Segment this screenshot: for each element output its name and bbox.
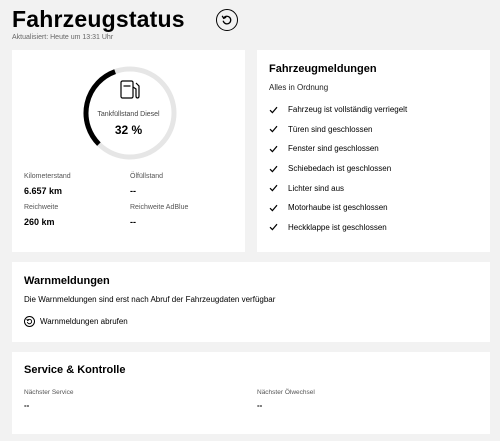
adblue-range-value: -- — [130, 217, 136, 227]
checkmark-icon — [269, 106, 282, 114]
service-card: Service & Kontrolle Nächster Service -- … — [12, 352, 490, 434]
warnings-card: Warnmeldungen Die Warnmeldungen sind ers… — [12, 262, 490, 342]
vehicle-message-text: Fahrzeug ist vollständig verriegelt — [288, 105, 408, 115]
vehicle-message-text: Lichter sind aus — [288, 183, 345, 193]
range-label: Reichweite — [24, 204, 59, 211]
fetch-warnings-button[interactable]: Warnmeldungen abrufen — [24, 316, 128, 327]
next-oil-change-value: -- — [257, 401, 263, 410]
mileage-value: 6.657 km — [24, 186, 63, 196]
vehicle-message-item: Schiebedach ist geschlossen — [269, 159, 481, 179]
vehicle-message-item: Fahrzeug ist vollständig verriegelt — [269, 100, 481, 120]
refresh-icon — [221, 15, 232, 25]
warnings-info-text: Die Warnmeldungen sind erst nach Abruf d… — [24, 295, 276, 304]
vehicle-message-item: Lichter sind aus — [269, 178, 481, 198]
vehicle-message-text: Schiebedach ist geschlossen — [288, 164, 392, 174]
mileage-label: Kilometerstand — [24, 173, 71, 180]
checkmark-icon — [269, 165, 282, 173]
checkmark-icon — [269, 204, 282, 212]
vehicle-message-text: Fenster sind geschlossen — [288, 144, 379, 154]
checkmark-icon — [269, 223, 282, 231]
checkmark-icon — [269, 145, 282, 153]
vehicle-messages-status: Alles in Ordnung — [269, 83, 329, 92]
fuel-pump-icon — [120, 80, 140, 99]
vehicle-message-item: Fenster sind geschlossen — [269, 139, 481, 159]
page-title: Fahrzeugstatus — [12, 6, 185, 32]
warnings-title: Warnmeldungen — [24, 275, 110, 287]
next-service-value: -- — [24, 401, 30, 410]
adblue-range-stat: Reichweite AdBlue -- — [130, 204, 230, 227]
fetch-warnings-label: Warnmeldungen abrufen — [40, 317, 128, 326]
vehicle-messages-list: Fahrzeug ist vollständig verriegelt Türen… — [269, 100, 481, 237]
vehicle-message-text: Heckklappe ist geschlossen — [288, 222, 387, 232]
page-header: Fahrzeugstatus Aktualisiert: Heute um 13… — [12, 6, 488, 42]
oil-level-value: -- — [130, 186, 136, 196]
vehicle-messages-title: Fahrzeugmeldungen — [269, 63, 377, 75]
fuel-level-label: Tankfüllstand Diesel — [97, 111, 160, 118]
range-value: 260 km — [24, 217, 55, 227]
vehicle-message-item: Türen sind geschlossen — [269, 120, 481, 140]
mileage-stat: Kilometerstand 6.657 km — [24, 173, 124, 196]
adblue-range-label: Reichweite AdBlue — [130, 204, 189, 211]
fuel-level-value: 32 % — [114, 123, 143, 137]
oil-level-stat: Ölfüllstand -- — [130, 173, 230, 196]
service-title: Service & Kontrolle — [24, 364, 126, 376]
next-service-label: Nächster Service — [24, 389, 74, 396]
next-oil-change-label: Nächster Ölwechsel — [257, 389, 315, 396]
checkmark-icon — [269, 184, 282, 192]
oil-level-label: Ölfüllstand — [130, 173, 164, 180]
fuel-card: Tankfüllstand Diesel 32 % Kilometerstand… — [12, 50, 245, 252]
vehicle-message-item: Heckklappe ist geschlossen — [269, 218, 481, 238]
checkmark-icon — [269, 125, 282, 133]
vehicle-messages-card: Fahrzeugmeldungen Alles in Ordnung Fahrz… — [257, 50, 490, 252]
refresh-icon — [24, 316, 35, 327]
vehicle-message-item: Motorhaube ist geschlossen — [269, 198, 481, 218]
range-stat: Reichweite 260 km — [24, 204, 124, 227]
vehicle-message-text: Türen sind geschlossen — [288, 124, 373, 134]
vehicle-message-text: Motorhaube ist geschlossen — [288, 203, 388, 213]
last-updated-text: Aktualisiert: Heute um 13:31 Uhr — [12, 34, 114, 41]
refresh-button[interactable] — [216, 9, 238, 31]
